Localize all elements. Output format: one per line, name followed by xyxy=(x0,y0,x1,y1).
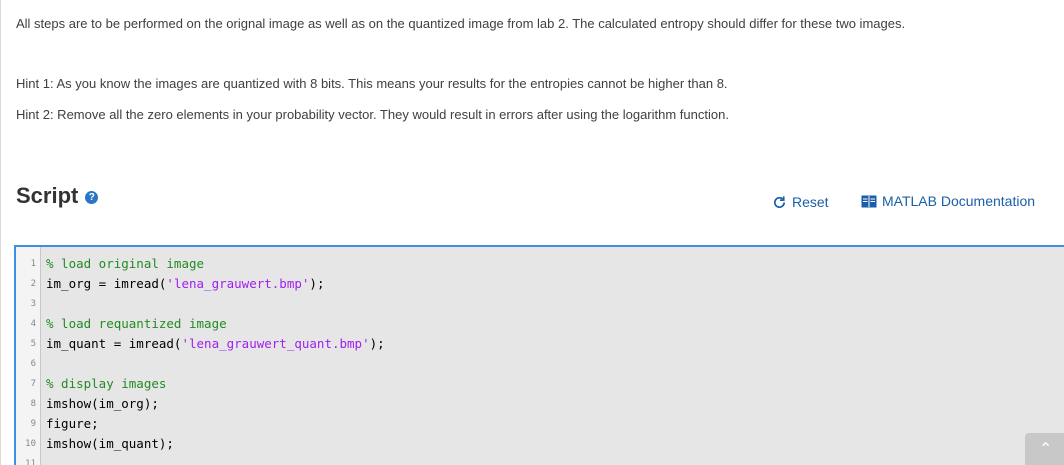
documentation-label: MATLAB Documentation xyxy=(882,193,1036,209)
code-token-plain: imshow(im_org); xyxy=(46,396,159,411)
line-number: 1 xyxy=(30,259,36,269)
line-number: 8 xyxy=(30,399,36,409)
line-number: 9 xyxy=(30,419,36,429)
code-editor[interactable]: % load original image im_org = imread('le… xyxy=(14,245,1064,465)
line-number: 7 xyxy=(30,379,36,389)
line-number: 2 xyxy=(30,279,36,289)
code-area[interactable]: % load original image im_org = imread('le… xyxy=(41,247,1064,465)
code-line[interactable]: im_quant = imread('lena_grauwert_quant.b… xyxy=(46,334,385,354)
code-token-plain: ); xyxy=(309,276,325,291)
code-line[interactable]: imshow(im_quant); xyxy=(46,434,174,454)
code-line[interactable]: imshow(im_org); xyxy=(46,394,159,414)
line-number: 11 xyxy=(25,459,36,465)
line-number: 4 xyxy=(30,319,36,329)
code-token-comment: % load requantized image xyxy=(46,316,227,331)
code-token-plain: figure; xyxy=(46,416,99,431)
book-icon xyxy=(861,195,877,207)
line-number: 6 xyxy=(30,359,36,369)
code-token-plain: im_org = imread( xyxy=(46,276,167,291)
code-token-plain: im_quant = imread( xyxy=(46,336,182,351)
code-token-string: 'lena_grauwert.bmp' xyxy=(166,276,310,291)
chevron-up-icon: ⌃ xyxy=(1039,441,1053,458)
reset-icon xyxy=(774,195,786,208)
script-title: Script xyxy=(16,183,79,208)
hint-2-text: Hint 2: Remove all the zero elements in … xyxy=(16,107,729,122)
code-token-plain: imshow(im_quant); xyxy=(46,436,174,451)
line-number: 3 xyxy=(30,299,36,309)
line-number: 5 xyxy=(30,339,36,349)
code-line[interactable]: im_org = imread('lena_grauwert.bmp'); xyxy=(46,274,324,294)
code-line[interactable]: % load original image xyxy=(46,254,204,274)
matlab-documentation-link[interactable]: MATLAB Documentation xyxy=(861,193,1035,209)
line-number: 10 xyxy=(25,439,36,449)
code-line[interactable]: % display images xyxy=(46,374,166,394)
scroll-to-top-button[interactable]: ⌃ xyxy=(1025,433,1064,465)
script-heading: Script ? xyxy=(16,183,99,209)
instruction-text: All steps are to be performed on the ori… xyxy=(16,16,906,31)
reset-label: Reset xyxy=(792,194,829,210)
code-line[interactable]: % load requantized image xyxy=(46,314,227,334)
code-token-comment: % display images xyxy=(46,376,167,391)
code-line[interactable]: figure; xyxy=(46,414,99,434)
page: All steps are to be performed on the ori… xyxy=(0,0,1064,465)
left-border xyxy=(0,0,1,465)
code-token-string: 'lena_grauwert_quant.bmp' xyxy=(181,336,370,351)
code-token-comment: % load original image xyxy=(46,256,205,271)
code-token-plain: ); xyxy=(369,336,385,351)
hint-1-text: Hint 1: As you know the images are quant… xyxy=(16,76,728,91)
question-circle-icon[interactable]: ? xyxy=(85,190,99,204)
reset-button[interactable]: Reset xyxy=(772,194,829,210)
